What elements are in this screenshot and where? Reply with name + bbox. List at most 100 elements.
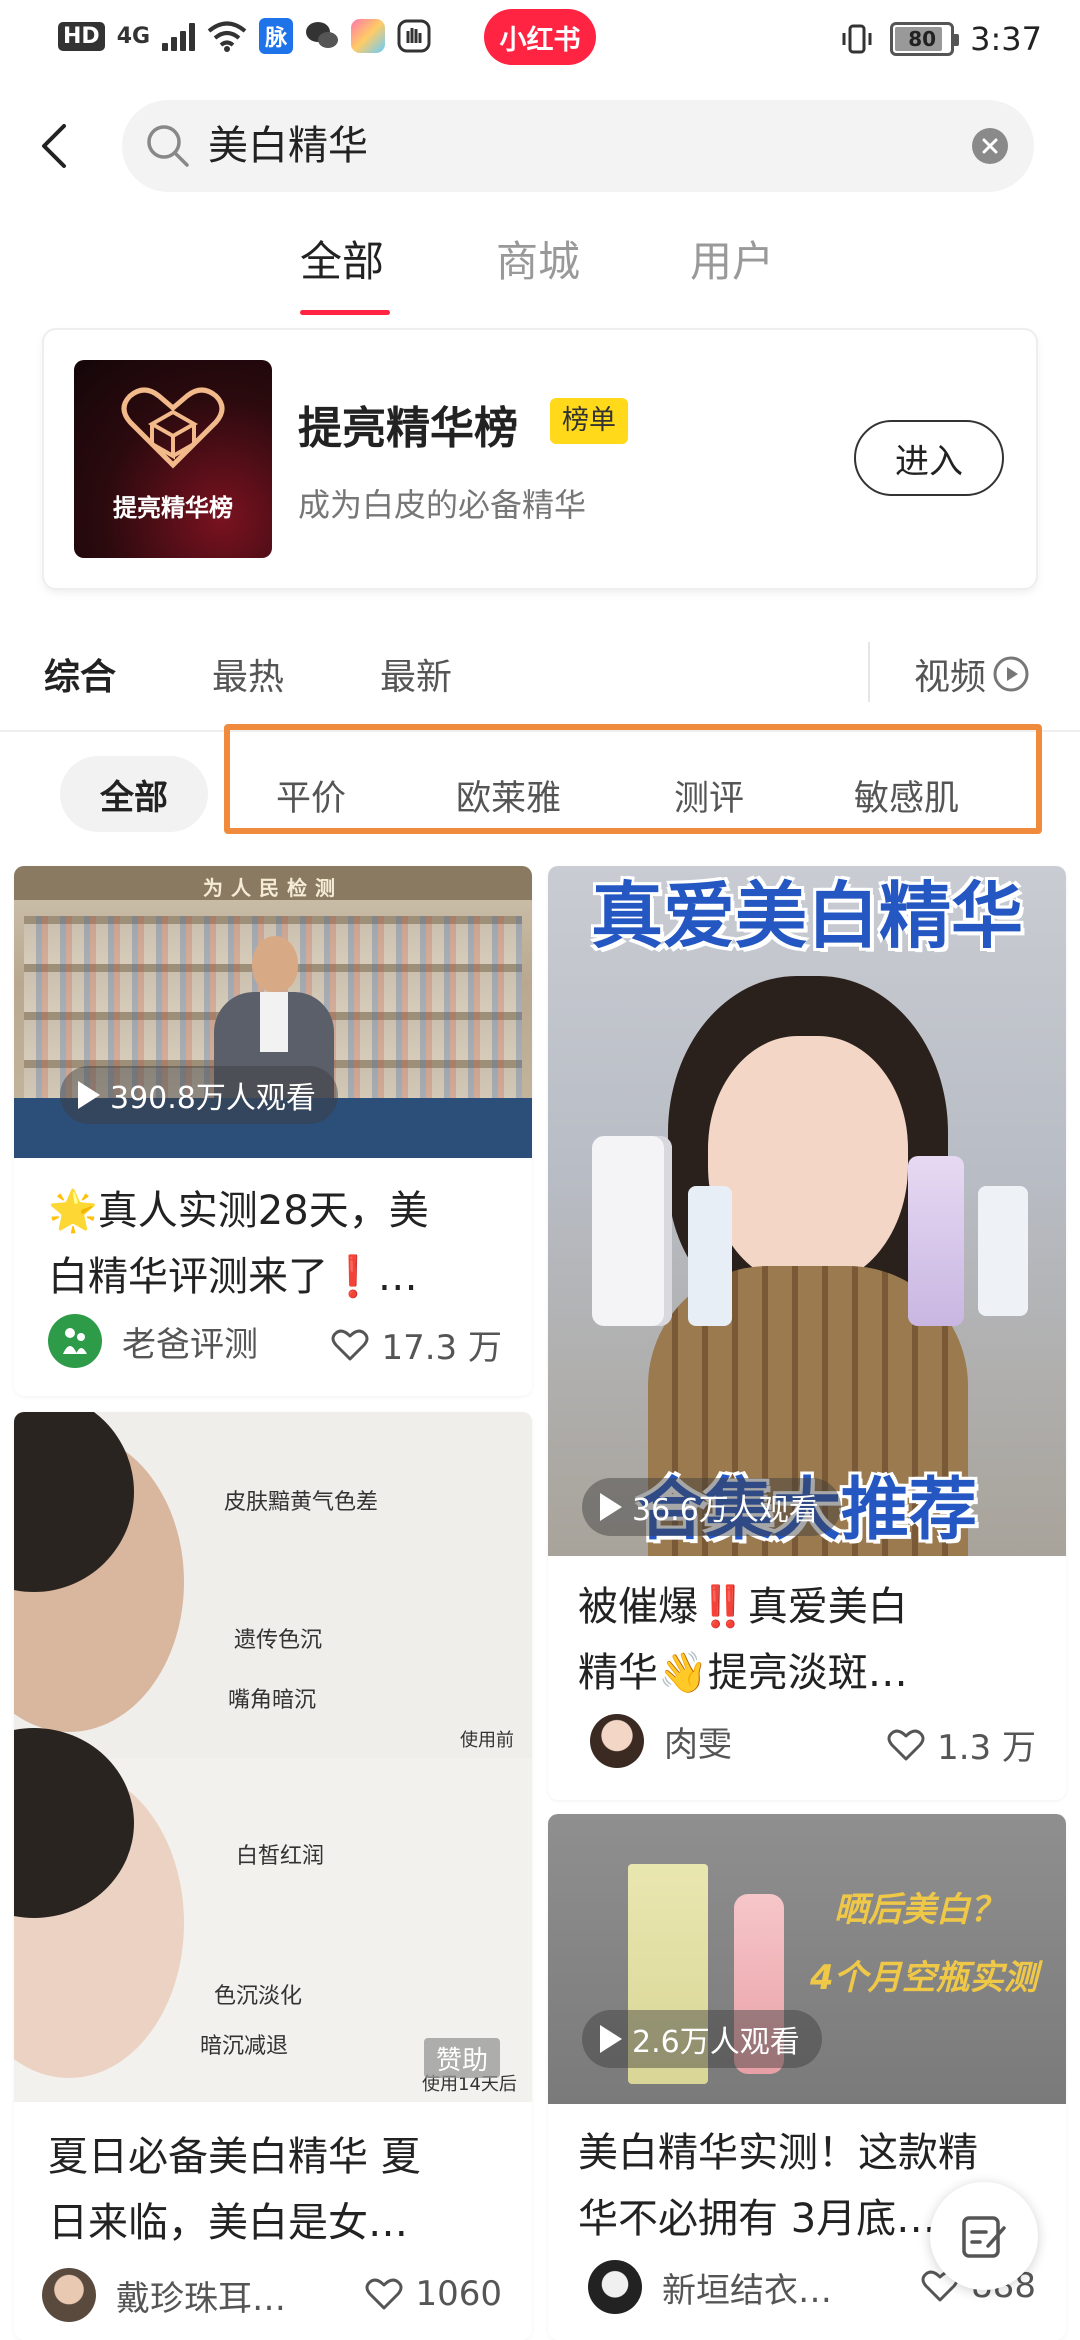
ranking-thumb-text: 提亮精华榜: [113, 494, 233, 522]
avatar: [588, 2260, 642, 2314]
like-count: 1.3 万: [937, 1728, 1036, 1768]
video-filter[interactable]: 视频: [914, 648, 1030, 700]
ranking-card[interactable]: 提亮精华榜 提亮精华榜 榜单 成为白皮的必备精华 进入: [44, 330, 1036, 588]
cover-banner: 为人民检测: [203, 876, 343, 900]
author-name: 老爸评测: [122, 1324, 258, 1365]
view-count: 390.8万人观看: [60, 1066, 338, 1124]
author-name: 戴珍珠耳…: [116, 2278, 286, 2319]
view-count: 36.6万人观看: [582, 1478, 841, 1536]
search-input[interactable]: 美白精华: [208, 116, 368, 176]
card-title-line1: 夏日必备美白精华 夏: [48, 2134, 421, 2180]
feed-card[interactable]: 为人民检测 390.8万人观看 🌟真人实测28天，美 白精华评测来了❗… 老爸评…: [14, 866, 532, 1396]
view-count-text: 390.8万人观看: [110, 1081, 316, 1116]
card-author[interactable]: 老爸评测: [48, 1314, 258, 1368]
card-author[interactable]: 新垣结衣…: [588, 2260, 832, 2314]
card-author[interactable]: 肉雯: [590, 1714, 732, 1768]
avatar: [48, 1314, 102, 1368]
card-title-line1: 被催爆‼️真爱美白: [578, 1584, 908, 1630]
card-title: 🌟真人实测28天，美 白精华评测来了❗…: [48, 1178, 429, 1310]
sort-newest[interactable]: 最新: [380, 648, 452, 700]
edit-note-icon: [962, 2216, 1006, 2258]
feed-card[interactable]: 皮肤黯黄气色差 遗传色沉 嘴角暗沉 使用前 白皙红润 色沉淡化 暗沉减退 使用1…: [14, 1412, 532, 2340]
xiaohongshu-brand: 小红书: [484, 9, 596, 65]
card-title-line2: 华不必拥有 3月底…: [578, 2196, 937, 2242]
search-bar[interactable]: 美白精华: [122, 100, 1034, 192]
card-title-line2: 精华👋提亮淡斑…: [578, 1650, 908, 1696]
like-button[interactable]: 17.3 万: [331, 1320, 502, 1369]
battery-icon: 80: [890, 22, 960, 56]
card-title-line2: 白精华评测来了❗…: [48, 1254, 418, 1300]
battery-level: 80: [908, 27, 937, 51]
enter-button[interactable]: 进入: [854, 420, 1004, 496]
hand-app-icon: [397, 19, 431, 53]
compose-note-button[interactable]: [930, 2182, 1038, 2290]
heart-icon: [365, 2278, 403, 2310]
status-left: HD 4G 脉: [58, 18, 431, 54]
chip-all[interactable]: 全部: [60, 756, 208, 832]
signal-icon: [162, 21, 196, 51]
maimai-app-icon: 脉: [259, 18, 294, 54]
cover-label: 色沉淡化: [214, 1984, 303, 2009]
cover-title: 真爱美白精华: [590, 874, 1023, 958]
author-name: 肉雯: [664, 1724, 732, 1765]
like-count: 1060: [415, 2274, 502, 2314]
family-logo-icon: [63, 1328, 87, 1354]
hd-badge: HD: [58, 21, 105, 51]
cover-label: 嘴角暗沉: [228, 1688, 317, 1713]
ranking-title: 提亮精华榜: [298, 403, 518, 454]
status-bar: HD 4G 脉 小红书 80 3:37: [0, 0, 1080, 84]
card-title: 美白精华实测！这款精 华不必拥有 3月底…: [578, 2120, 978, 2252]
cover-label: 白皙红润: [236, 1844, 325, 1869]
search-scope-tabs: 全部 商城 用户: [0, 228, 1080, 318]
card-title-line1: 美白精华实测！这款精: [578, 2130, 978, 2176]
chevron-left-icon: [42, 124, 66, 168]
cover-label: 皮肤黯黄气色差: [224, 1490, 379, 1515]
card-title: 被催爆‼️真爱美白 精华👋提亮淡斑…: [578, 1574, 908, 1706]
cover-label: 使用前: [460, 1730, 514, 1751]
bottle: [978, 1186, 1028, 1316]
feed-card[interactable]: 真爱美白精华 合集大推荐 36.6万人观看 被催爆‼️真爱美白 精华👋提亮淡斑……: [548, 866, 1066, 1800]
vibrate-icon: [842, 24, 872, 54]
active-tab-indicator: [300, 310, 390, 315]
wifi-icon: [207, 21, 247, 52]
bottle: [908, 1156, 964, 1326]
card-cover-image: 皮肤黯黄气色差 遗传色沉 嘴角暗沉 使用前 白皙红润 色沉淡化 暗沉减退 使用1…: [14, 1412, 532, 2102]
like-button[interactable]: 1.3 万: [887, 1720, 1036, 1769]
play-circle-icon: [993, 656, 1029, 692]
wechat-icon: [306, 22, 339, 48]
play-icon: [600, 2025, 622, 2053]
like-button[interactable]: 1060: [365, 2274, 502, 2314]
clear-search-button[interactable]: [972, 128, 1008, 164]
ranking-badge: 榜单: [550, 398, 628, 444]
chip-highlight-box: [224, 724, 1042, 834]
before-panel: 皮肤黯黄气色差 遗传色沉 嘴角暗沉 使用前: [14, 1412, 532, 1758]
cover-line: 晒后美白？: [834, 1890, 1004, 1930]
bottle: [688, 1186, 732, 1326]
play-icon: [600, 1493, 622, 1521]
bottle: [592, 1136, 672, 1326]
search-icon: [147, 125, 189, 167]
clock: 3:37: [970, 20, 1042, 58]
view-count-text: 36.6万人观看: [632, 1493, 819, 1528]
face: [708, 1036, 908, 1286]
like-count: 17.3 万: [381, 1328, 502, 1368]
heart-icon: [887, 1729, 925, 1760]
gallery-app-icon: [351, 19, 386, 53]
card-author[interactable]: 戴珍珠耳…: [42, 2268, 286, 2322]
cover-label: 遗传色沉: [234, 1628, 323, 1653]
card-cover-image: 真爱美白精华 合集大推荐: [548, 866, 1066, 1556]
close-icon: [982, 138, 998, 154]
sort-hottest[interactable]: 最热: [212, 648, 284, 700]
sort-bar: 综合 最热 最新 视频: [0, 628, 1080, 728]
back-button[interactable]: [28, 116, 78, 176]
network-type: 4G: [116, 23, 151, 49]
heart-icon: [331, 1329, 369, 1360]
ranking-thumbnail: 提亮精华榜: [74, 360, 272, 558]
avatar: [590, 1714, 644, 1768]
sort-comprehensive[interactable]: 综合: [44, 648, 116, 700]
card-title-line1: 🌟真人实测28天，美: [48, 1188, 429, 1234]
tab-all[interactable]: 全部: [300, 228, 384, 289]
view-count: 2.6万人观看: [582, 2010, 822, 2068]
tab-mall[interactable]: 商城: [496, 228, 580, 289]
tab-users[interactable]: 用户: [690, 228, 774, 289]
